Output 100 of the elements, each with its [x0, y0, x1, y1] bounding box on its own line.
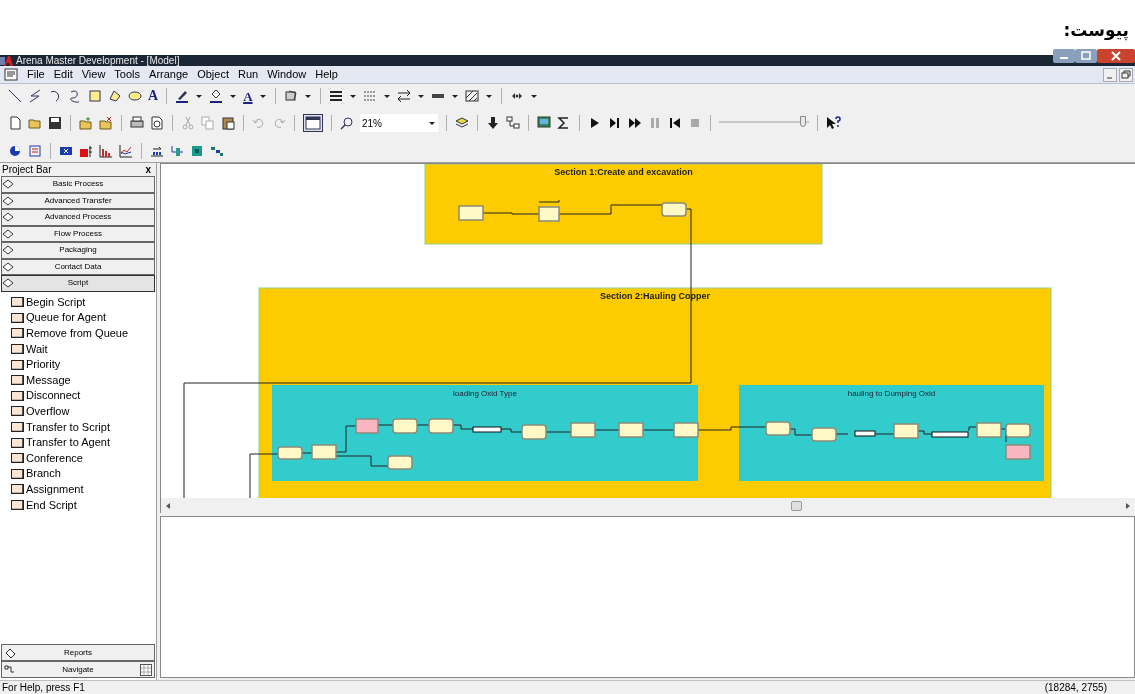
close-button[interactable]: x [145, 164, 154, 175]
connector-line[interactable] [874, 433, 895, 435]
grid-icon[interactable] [140, 663, 152, 676]
module-block[interactable] [765, 421, 791, 436]
text-tool[interactable]: A [148, 89, 159, 103]
module-item[interactable]: Priority [11, 356, 156, 373]
connector-line[interactable] [558, 204, 663, 215]
arrow-style-icon[interactable] [396, 89, 411, 103]
connector-line[interactable] [789, 428, 813, 436]
connector-line[interactable] [452, 424, 474, 430]
polyline-icon[interactable] [28, 89, 42, 103]
station-icon[interactable] [190, 144, 204, 158]
connector-line[interactable] [835, 433, 849, 435]
monitor-icon[interactable] [537, 116, 551, 130]
module-item[interactable]: End Script [11, 497, 156, 513]
histogram-icon[interactable] [99, 144, 113, 158]
caret-icon[interactable] [416, 92, 425, 100]
caret-icon[interactable] [348, 92, 357, 100]
module-block[interactable] [538, 206, 560, 222]
module-item[interactable]: Assignment [11, 481, 156, 498]
variable-icon[interactable] [59, 144, 73, 158]
folder-remove-icon[interactable] [99, 116, 113, 130]
document-icon[interactable] [4, 68, 18, 81]
menu-item[interactable]: Window [267, 66, 307, 83]
connector-line[interactable] [697, 426, 767, 431]
diamond-icon[interactable] [2, 245, 14, 256]
polygon-icon[interactable] [108, 89, 122, 103]
module-item[interactable]: Conference [11, 450, 156, 467]
menu-item[interactable]: Edit [53, 66, 73, 83]
model-canvas[interactable]: Section 1:Create and excavation Section 2:Hauling Copper loading Oxid Type hauling to Dumping Oxid [160, 163, 1135, 498]
printer-icon[interactable] [130, 116, 144, 130]
help-pointer-icon[interactable] [826, 116, 842, 130]
caret-icon[interactable] [303, 92, 312, 100]
caret-icon[interactable] [428, 119, 436, 127]
minimize-icon[interactable] [1053, 49, 1075, 63]
module-block[interactable] [661, 202, 687, 217]
route-marker[interactable] [854, 430, 876, 437]
save-icon[interactable] [48, 116, 62, 130]
module-block[interactable] [618, 422, 644, 438]
menu-item[interactable]: Arrange [149, 66, 189, 83]
left-arrow-icon[interactable] [165, 501, 171, 510]
hatch-icon[interactable] [464, 89, 479, 103]
diamond-icon[interactable] [2, 261, 14, 272]
panel-tab[interactable]: Basic Process [1, 176, 155, 193]
menu-item[interactable]: Run [238, 66, 259, 83]
fast-forward-icon[interactable] [628, 116, 642, 130]
panel-tab[interactable]: Reports [1, 644, 155, 661]
module-block[interactable] [428, 418, 454, 434]
module-block[interactable] [458, 205, 484, 221]
open-folder-icon[interactable] [28, 116, 42, 130]
scroll-thumb[interactable] [791, 500, 802, 511]
diamond-icon[interactable] [2, 179, 14, 190]
plot-icon[interactable] [119, 144, 133, 158]
line-icon[interactable] [8, 89, 22, 103]
layers-icon[interactable] [455, 116, 469, 130]
minimize-icon[interactable] [1103, 67, 1117, 82]
module-item[interactable]: Wait [11, 341, 156, 357]
arc-icon[interactable] [48, 89, 62, 103]
caret-icon[interactable] [258, 92, 267, 100]
connector-line[interactable] [249, 453, 279, 498]
module-block[interactable] [392, 418, 418, 434]
diamond-icon[interactable] [2, 228, 14, 239]
menu-item[interactable]: Object [197, 66, 229, 83]
diamond-icon[interactable] [2, 212, 14, 223]
down-arrow-icon[interactable] [486, 116, 500, 130]
navigate-icon[interactable] [4, 663, 16, 676]
module-block[interactable] [1005, 423, 1031, 438]
curve-icon[interactable] [68, 89, 82, 103]
module-item[interactable]: Queue for Agent [11, 310, 156, 326]
folder-add-icon[interactable] [79, 116, 93, 130]
module-item[interactable]: Remove from Queue [11, 325, 156, 342]
module-block[interactable] [811, 427, 837, 442]
module-item[interactable]: Branch [11, 466, 156, 482]
menu-item[interactable]: Tools [114, 66, 141, 83]
module-item[interactable]: Message [11, 372, 156, 389]
panel-tab[interactable]: Navigate [1, 661, 155, 678]
new-file-icon[interactable] [8, 116, 22, 130]
connector-line[interactable] [335, 455, 389, 467]
queue-icon[interactable] [150, 144, 164, 158]
module-block[interactable] [311, 444, 337, 460]
route-marker[interactable] [472, 426, 502, 433]
skip-back-icon[interactable] [668, 116, 682, 130]
menu-item[interactable]: View [81, 66, 106, 83]
module-block[interactable] [521, 424, 547, 440]
zoom-dropdown[interactable]: 21% [360, 114, 438, 132]
zoom-icon[interactable] [340, 116, 354, 130]
level-icon[interactable] [79, 144, 93, 158]
diamond-icon[interactable] [2, 195, 14, 206]
slider-thumb[interactable] [800, 116, 807, 127]
connector-line[interactable] [482, 212, 540, 215]
step-icon[interactable] [608, 116, 622, 130]
network-icon[interactable] [210, 144, 224, 158]
module-block[interactable] [893, 423, 919, 439]
connector-line[interactable] [500, 428, 523, 433]
connector-line[interactable] [967, 426, 978, 431]
module-item[interactable]: Begin Script [11, 294, 156, 311]
module-block[interactable] [277, 446, 303, 460]
caret-icon[interactable] [529, 92, 538, 100]
module-item[interactable]: Transfer to Agent [11, 434, 156, 451]
flowchart-icon[interactable] [506, 116, 520, 130]
